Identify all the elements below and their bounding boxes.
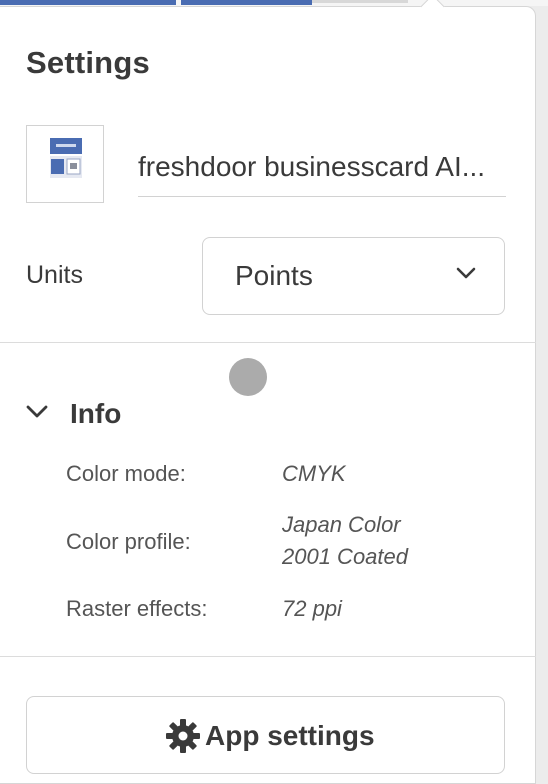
section-divider [0, 342, 536, 343]
document-name-field[interactable]: freshdoor businesscard AI... [138, 147, 506, 197]
color-profile-value-line1: Japan Color [282, 512, 401, 537]
color-profile-value: Japan Color 2001 Coated [282, 509, 408, 573]
document-thumbnail [26, 125, 104, 203]
panel-title: Settings [26, 45, 150, 80]
tab-indicator [0, 0, 176, 5]
chevron-down-icon [456, 267, 476, 279]
gear-icon [166, 719, 200, 753]
info-section-title: Info [70, 398, 122, 429]
popover-caret [420, 0, 445, 19]
color-profile-value-line2: 2001 Coated [282, 544, 408, 569]
color-profile-label: Color profile: [66, 529, 191, 554]
units-dropdown[interactable]: Points [202, 237, 505, 315]
color-mode-value: CMYK [282, 461, 346, 486]
tab-indicator [312, 0, 408, 3]
settings-panel: Settings freshdoor businesscard AI... Un… [0, 0, 536, 784]
chevron-down-icon [26, 405, 48, 418]
raster-effects-label: Raster effects: [66, 596, 208, 621]
section-divider [0, 656, 536, 657]
units-selected-value: Points [235, 260, 313, 291]
document-thumbnail-icon [50, 138, 82, 178]
units-label: Units [26, 261, 83, 289]
app-settings-button[interactable]: App settings [26, 696, 505, 774]
raster-effects-value: 72 ppi [282, 596, 342, 621]
color-mode-label: Color mode: [66, 461, 186, 486]
app-settings-label: App settings [205, 720, 375, 751]
touch-indicator [229, 358, 267, 396]
tab-indicator [181, 0, 312, 5]
